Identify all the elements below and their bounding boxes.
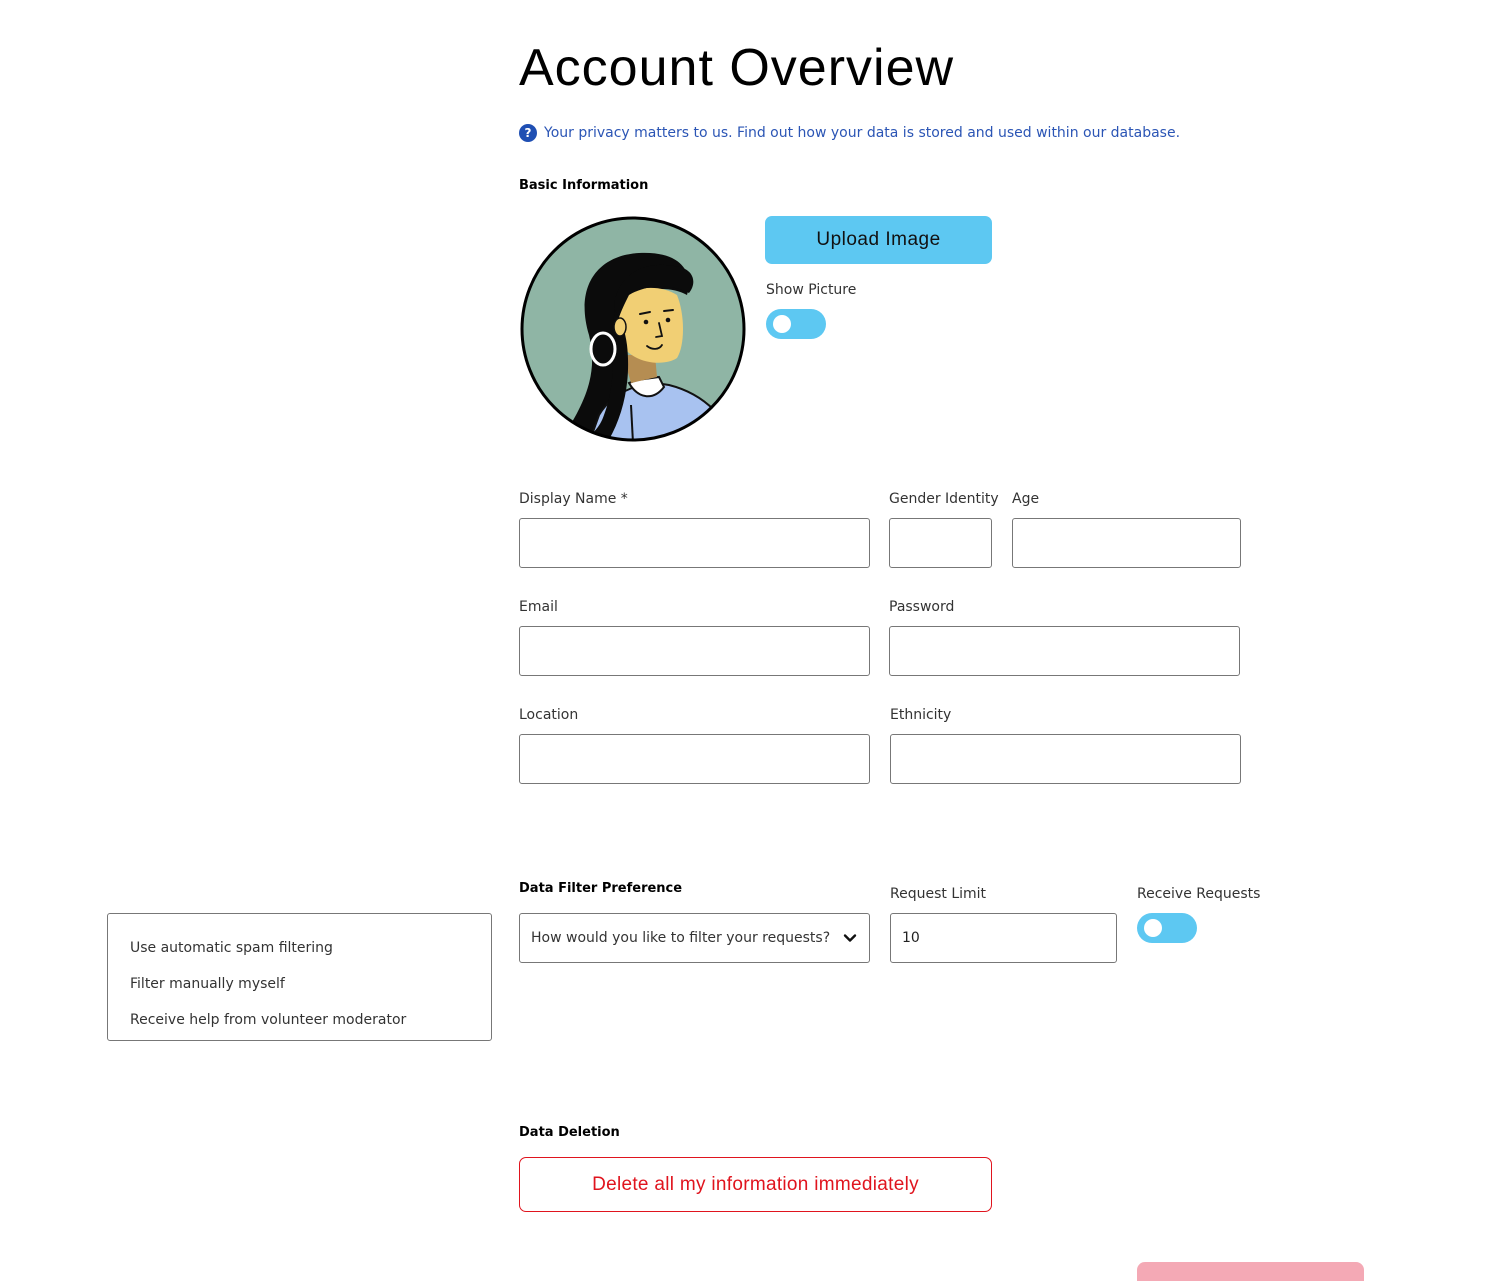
toggle-knob [773, 315, 791, 333]
save-button[interactable] [1137, 1262, 1364, 1281]
filter-select-placeholder: How would you like to filter your reques… [531, 930, 831, 946]
email-input[interactable] [519, 626, 870, 676]
ethnicity-input[interactable] [890, 734, 1241, 784]
avatar [519, 215, 747, 443]
request-limit-label: Request Limit [890, 886, 987, 902]
display-name-label: Display Name * [519, 491, 628, 507]
location-input[interactable] [519, 734, 870, 784]
chevron-down-icon [843, 934, 857, 942]
show-picture-label: Show Picture [766, 282, 857, 298]
page-title: Account Overview [519, 39, 955, 97]
privacy-link[interactable]: ? Your privacy matters to us. Find out h… [519, 123, 1180, 143]
ethnicity-label: Ethnicity [890, 707, 952, 723]
receive-requests-label: Receive Requests [1137, 886, 1261, 902]
email-label: Email [519, 599, 558, 615]
password-label: Password [889, 599, 955, 615]
basic-information-heading: Basic Information [519, 178, 649, 193]
data-deletion-heading: Data Deletion [519, 1125, 620, 1140]
show-picture-toggle[interactable] [766, 309, 826, 339]
gender-identity-label: Gender Identity [889, 491, 999, 507]
request-limit-input[interactable] [890, 913, 1117, 963]
age-input[interactable] [1012, 518, 1241, 568]
help-circle-icon: ? [519, 124, 537, 142]
filter-preference-select[interactable]: How would you like to filter your reques… [519, 913, 870, 963]
filter-option-auto-spam[interactable]: Use automatic spam filtering [108, 930, 491, 966]
data-filter-heading: Data Filter Preference [519, 881, 683, 896]
delete-all-data-button[interactable]: Delete all my information immediately [519, 1157, 992, 1212]
receive-requests-toggle[interactable] [1137, 913, 1197, 943]
filter-option-manual[interactable]: Filter manually myself [108, 966, 491, 1002]
gender-identity-input[interactable] [889, 518, 992, 568]
toggle-knob [1144, 919, 1162, 937]
filter-option-volunteer-moderator[interactable]: Receive help from volunteer moderator [108, 1002, 491, 1038]
age-label: Age [1012, 491, 1040, 507]
display-name-input[interactable] [519, 518, 870, 568]
password-input[interactable] [889, 626, 1240, 676]
filter-options-list: Use automatic spam filtering Filter manu… [107, 913, 492, 1041]
privacy-link-text[interactable]: Your privacy matters to us. Find out how… [544, 125, 1180, 141]
location-label: Location [519, 707, 579, 723]
upload-image-button[interactable]: Upload Image [765, 216, 992, 264]
